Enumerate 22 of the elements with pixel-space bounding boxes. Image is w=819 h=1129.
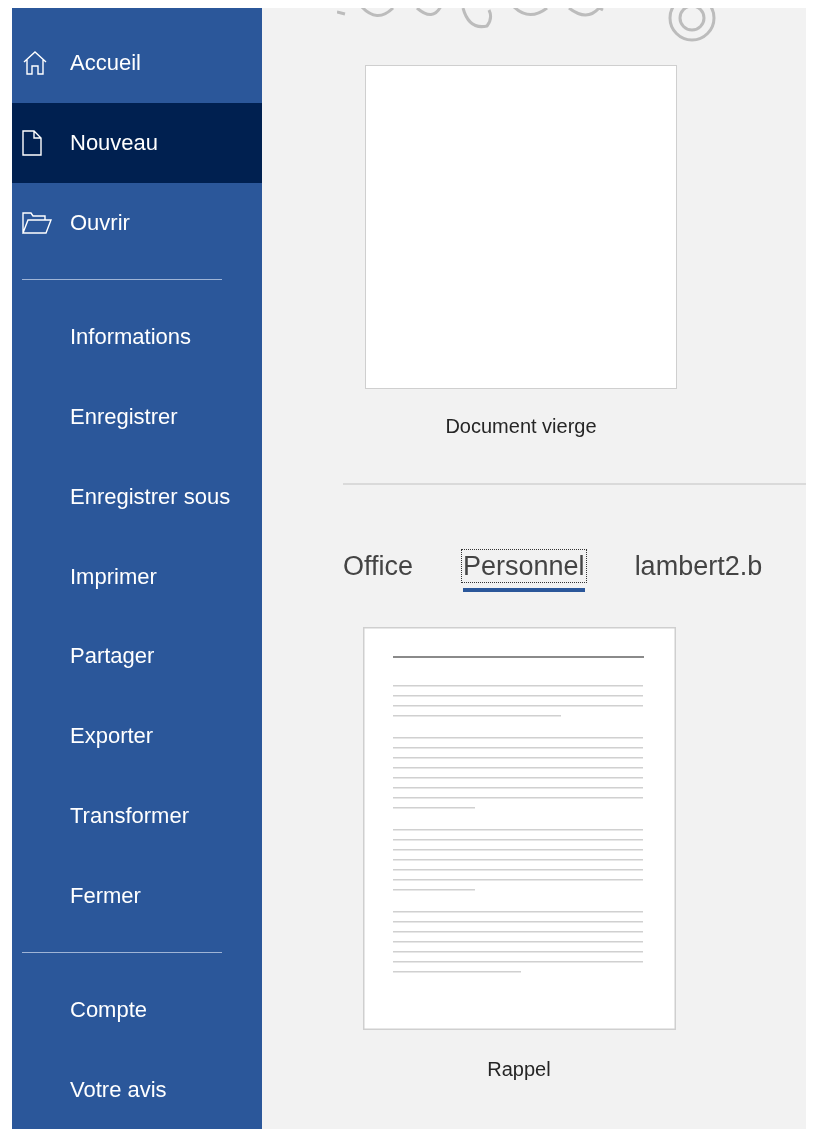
sidebar-item[interactable]: Nouveau <box>12 102 262 183</box>
sidebar-item[interactable]: Votre avis <box>12 1049 262 1129</box>
sidebar-item[interactable]: Accueil <box>12 23 262 103</box>
template-tab[interactable]: Office <box>343 553 414 592</box>
sidebar-item[interactable]: Transformer <box>12 775 262 856</box>
home-icon <box>22 49 48 76</box>
template-label: Document vierge <box>445 414 597 439</box>
sidebar-item[interactable]: Imprimer <box>12 536 262 616</box>
folder-icon <box>22 211 52 234</box>
sidebar-item[interactable]: Enregistrer sous <box>12 456 262 537</box>
sidebar-item[interactable]: Compte <box>12 969 262 1050</box>
sidebar-item[interactable]: Enregistrer <box>12 376 262 457</box>
sidebar-item[interactable]: Ouvrir <box>12 182 262 263</box>
sidebar-item[interactable]: Partager <box>12 615 262 696</box>
letter-thumbnail-drawing[interactable] <box>362 627 676 1030</box>
template-label: Rappel <box>487 1057 551 1082</box>
document-icon <box>22 129 42 156</box>
sidebar-item[interactable]: Informations <box>12 296 262 377</box>
sidebar-item[interactable]: Fermer <box>12 855 262 936</box>
sidebar-item[interactable]: Exporter <box>12 695 262 776</box>
blank-document-thumbnail[interactable] <box>365 65 677 389</box>
template-tab[interactable]: lambert2.b <box>634 553 763 592</box>
